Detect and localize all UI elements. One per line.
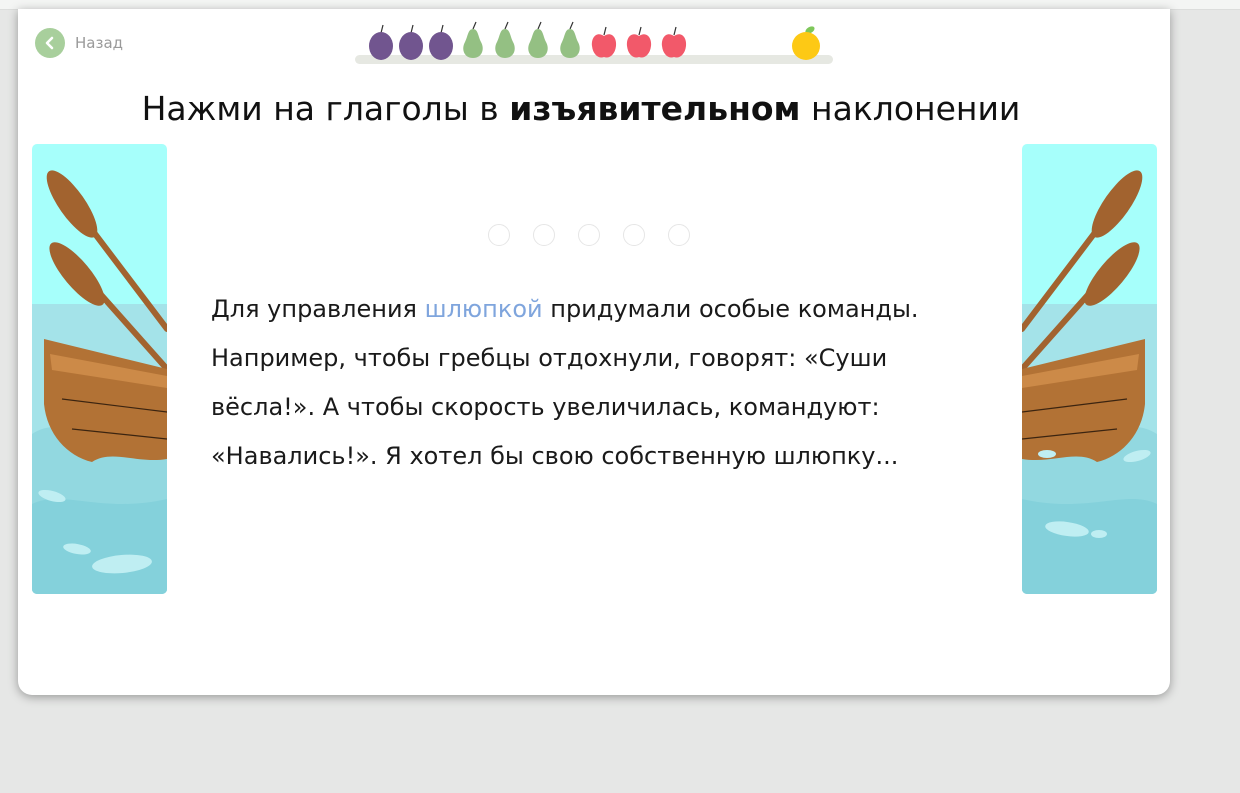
task-title-end: наклонении xyxy=(800,89,1021,128)
word-token[interactable]: Я xyxy=(385,442,402,470)
step-dot xyxy=(488,224,510,246)
pear-icon xyxy=(528,21,548,58)
word-token[interactable]: придумали xyxy=(550,295,691,323)
word-token[interactable]: гребцы xyxy=(438,344,531,372)
apple-icon xyxy=(591,26,617,58)
orange-icon xyxy=(792,26,820,60)
task-title-start: Нажми на глаголы в xyxy=(141,89,510,128)
boat-oars-image xyxy=(32,144,167,594)
plum-icon xyxy=(399,24,423,60)
back-button[interactable]: Назад xyxy=(35,28,123,58)
step-dot xyxy=(623,224,645,246)
pear-icon xyxy=(495,21,515,58)
plum-icon xyxy=(429,24,453,60)
boat-illustration-right xyxy=(1022,144,1157,594)
task-title: Нажми на глаголы в изъявительном наклоне… xyxy=(18,89,1144,128)
task-title-bold: изъявительном xyxy=(509,89,801,128)
step-dot xyxy=(668,224,690,246)
fruit-progress-bar xyxy=(355,21,833,67)
word-token[interactable]: вёсла!». xyxy=(211,393,315,421)
word-token[interactable]: команды. xyxy=(798,295,919,323)
pear-icon xyxy=(560,21,580,58)
exercise-card: Назад Нажми на глаголы в изъявительном н… xyxy=(18,9,1170,695)
word-token[interactable]: чтобы xyxy=(354,344,431,372)
word-token[interactable]: командуют: xyxy=(729,393,880,421)
step-dot xyxy=(533,224,555,246)
apple-icon xyxy=(661,26,687,58)
pear-icon xyxy=(463,21,483,58)
word-token[interactable]: скорость xyxy=(431,393,545,421)
text-passage: Для управления шлюпкой придумали особые … xyxy=(211,285,991,481)
step-dot xyxy=(578,224,600,246)
word-token[interactable]: чтобы xyxy=(347,393,424,421)
word-token[interactable]: говорят: xyxy=(688,344,796,372)
word-token[interactable]: Для xyxy=(211,295,260,323)
highlighted-word[interactable]: шлюпкой xyxy=(425,295,543,323)
step-indicator xyxy=(488,224,713,246)
word-token[interactable]: собственную xyxy=(601,442,766,470)
boat-illustration-left xyxy=(32,144,167,594)
word-token[interactable]: управления xyxy=(267,295,417,323)
word-token[interactable]: особые xyxy=(699,295,790,323)
word-token[interactable]: шлюпку... xyxy=(774,442,899,470)
plum-icon xyxy=(369,24,393,60)
word-token[interactable]: увеличилась, xyxy=(552,393,721,421)
word-token[interactable]: хотел xyxy=(409,442,482,470)
back-label: Назад xyxy=(75,34,124,52)
word-token[interactable]: «Суши xyxy=(804,344,887,372)
word-token[interactable]: «Навались!». xyxy=(211,442,378,470)
word-token[interactable]: бы xyxy=(490,442,524,470)
chevron-left-icon xyxy=(35,28,65,58)
word-token[interactable]: отдохнули, xyxy=(538,344,681,372)
word-token[interactable]: свою xyxy=(531,442,593,470)
boat-oars-image-mirrored xyxy=(1022,144,1157,594)
apple-icon xyxy=(626,26,652,58)
word-token[interactable]: Например, xyxy=(211,344,346,372)
word-token[interactable]: А xyxy=(323,393,339,421)
